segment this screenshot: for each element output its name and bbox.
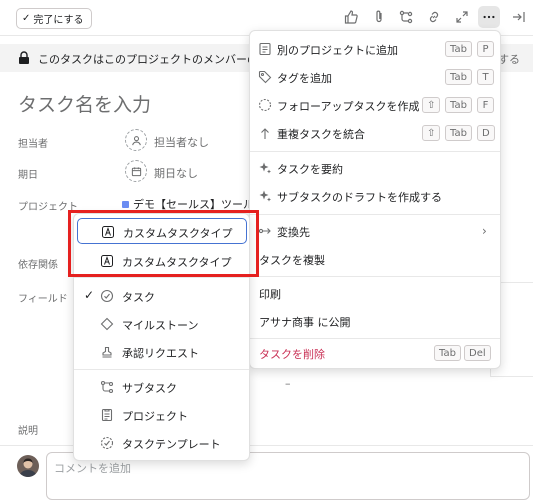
- menu-item-label: タスクを要約: [277, 163, 343, 176]
- menu-item-label: 重複タスクを統合: [277, 128, 365, 141]
- checkmark-icon: ✓: [84, 288, 95, 302]
- project-icon: [101, 408, 113, 422]
- submenu-item-milestone[interactable]: マイルストーン: [74, 311, 249, 337]
- convert-icon: [258, 228, 271, 234]
- template-icon: [100, 436, 114, 450]
- more-actions-menu: 別のプロジェクトに追加 Tab P タグを追加 Tab T フォローアップタスク…: [249, 30, 501, 369]
- close-panel-icon[interactable]: [511, 9, 527, 25]
- fields-label: フィールド: [18, 294, 68, 305]
- submenu-item-label: マイルストーン: [122, 319, 199, 332]
- shortcut-key: D: [477, 125, 495, 141]
- paperclip-icon[interactable]: [371, 9, 387, 25]
- comment-placeholder: コメントを追加: [54, 462, 131, 475]
- shortcut-key: F: [477, 97, 494, 113]
- shortcut-key: Tab: [445, 97, 472, 113]
- assignee-avatar-icon[interactable]: [125, 129, 147, 151]
- banner-action-link[interactable]: する: [498, 51, 520, 67]
- sparkle-icon: [259, 162, 271, 174]
- lock-icon: [19, 51, 29, 64]
- link-icon[interactable]: [426, 9, 442, 25]
- menu-item-label: タグを追加: [277, 72, 332, 85]
- mark-complete-label: 完了にする: [33, 15, 84, 26]
- shortcut-key: T: [477, 69, 494, 85]
- menu-item-publish[interactable]: アサナ商事 に公開: [250, 308, 500, 334]
- shortcut-key: Tab: [445, 41, 472, 57]
- menu-item-summarize-task[interactable]: タスクを要約: [250, 155, 500, 181]
- add-to-project-icon: [259, 42, 271, 56]
- submenu-item-label: プロジェクト: [122, 410, 188, 423]
- shortcut-key: Del: [464, 345, 491, 361]
- project-color-swatch: [122, 200, 129, 208]
- dependencies-label: 依存関係: [18, 260, 58, 271]
- highlight-annotation: [68, 210, 259, 277]
- menu-item-add-to-project[interactable]: 別のプロジェクトに追加 Tab P: [250, 36, 500, 62]
- sparkle-icon: [259, 190, 271, 202]
- submenu-item-label: 承認リクエスト: [122, 347, 199, 360]
- submenu-item-approval[interactable]: 承認リクエスト: [74, 339, 249, 365]
- menu-item-draft-subtasks[interactable]: サブタスクのドラフトを作成する: [250, 183, 500, 209]
- assignee-label: 担当者: [18, 139, 48, 150]
- menu-item-delete-task[interactable]: タスクを削除 Tab Del: [250, 340, 500, 366]
- submenu-item-project[interactable]: プロジェクト: [74, 402, 249, 428]
- banner-text: このタスクはこのプロジェクトのメンバーの: [38, 53, 258, 66]
- menu-item-label: サブタスクのドラフトを作成する: [277, 191, 442, 204]
- menu-item-label: 変換先: [277, 226, 310, 239]
- shortcut-key: P: [477, 41, 494, 57]
- assignee-value[interactable]: 担当者なし: [154, 134, 209, 150]
- submenu-item-label: タスク: [122, 291, 155, 304]
- approval-icon: [102, 346, 112, 358]
- submenu-divider: [74, 277, 249, 278]
- menu-item-convert-to[interactable]: 変換先 ›: [250, 218, 500, 244]
- submenu-item-label: タスクテンプレート: [122, 438, 221, 451]
- shortcut-key: Tab: [445, 125, 472, 141]
- menu-item-label: 印刷: [259, 288, 281, 301]
- more-actions-button[interactable]: [478, 6, 500, 28]
- menu-item-print[interactable]: 印刷: [250, 280, 500, 306]
- field-empty-value[interactable]: –: [285, 377, 291, 390]
- menu-item-add-tag[interactable]: タグを追加 Tab T: [250, 64, 500, 90]
- mark-complete-button[interactable]: ✓ 完了にする: [16, 8, 92, 29]
- menu-divider: [250, 151, 500, 152]
- shortcut-key: ⇧: [422, 125, 441, 141]
- follow-up-icon: [258, 98, 272, 112]
- check-icon: ✓: [22, 13, 31, 24]
- subtask-icon[interactable]: [398, 9, 414, 25]
- menu-item-label: フォローアップタスクを作成: [277, 100, 420, 113]
- menu-item-label: タスクを複製: [259, 254, 325, 267]
- menu-item-label: タスクを削除: [259, 348, 325, 361]
- description-label: 説明: [18, 426, 38, 437]
- submenu-divider: [74, 369, 249, 370]
- menu-divider: [250, 276, 500, 277]
- merge-icon: [261, 128, 269, 139]
- check-circle-icon: [100, 289, 114, 303]
- menu-item-follow-up-task[interactable]: フォローアップタスクを作成 ⇧ Tab F: [250, 92, 500, 118]
- subtask-icon: [100, 380, 114, 394]
- menu-item-duplicate-task[interactable]: タスクを複製: [250, 246, 500, 272]
- shortcut-key: Tab: [434, 345, 461, 361]
- milestone-icon: [100, 317, 114, 331]
- due-date-label: 期日: [18, 170, 38, 181]
- submenu-item-task-template[interactable]: タスクテンプレート: [74, 430, 249, 456]
- user-avatar: [17, 455, 39, 477]
- chevron-right-icon: ›: [482, 224, 487, 238]
- thumbs-up-icon[interactable]: [343, 9, 359, 25]
- tag-icon: [258, 70, 272, 84]
- task-name-input[interactable]: タスク名を入力: [18, 90, 151, 117]
- due-date-value[interactable]: 期日なし: [154, 165, 198, 181]
- submenu-item-task[interactable]: ✓ タスク: [74, 283, 249, 309]
- submenu-item-subtask[interactable]: サブタスク: [74, 374, 249, 400]
- submenu-item-label: サブタスク: [122, 382, 177, 395]
- menu-divider: [250, 338, 500, 339]
- shortcut-key: Tab: [445, 69, 472, 85]
- more-icon: [483, 15, 495, 19]
- menu-item-merge-duplicate[interactable]: 重複タスクを統合 ⇧ Tab D: [250, 120, 500, 146]
- menu-divider: [250, 214, 500, 215]
- menu-item-label: アサナ商事 に公開: [259, 316, 351, 329]
- shortcut-key: ⇧: [422, 97, 441, 113]
- menu-item-label: 別のプロジェクトに追加: [277, 44, 398, 57]
- calendar-icon[interactable]: [125, 160, 147, 182]
- expand-icon[interactable]: [454, 9, 470, 25]
